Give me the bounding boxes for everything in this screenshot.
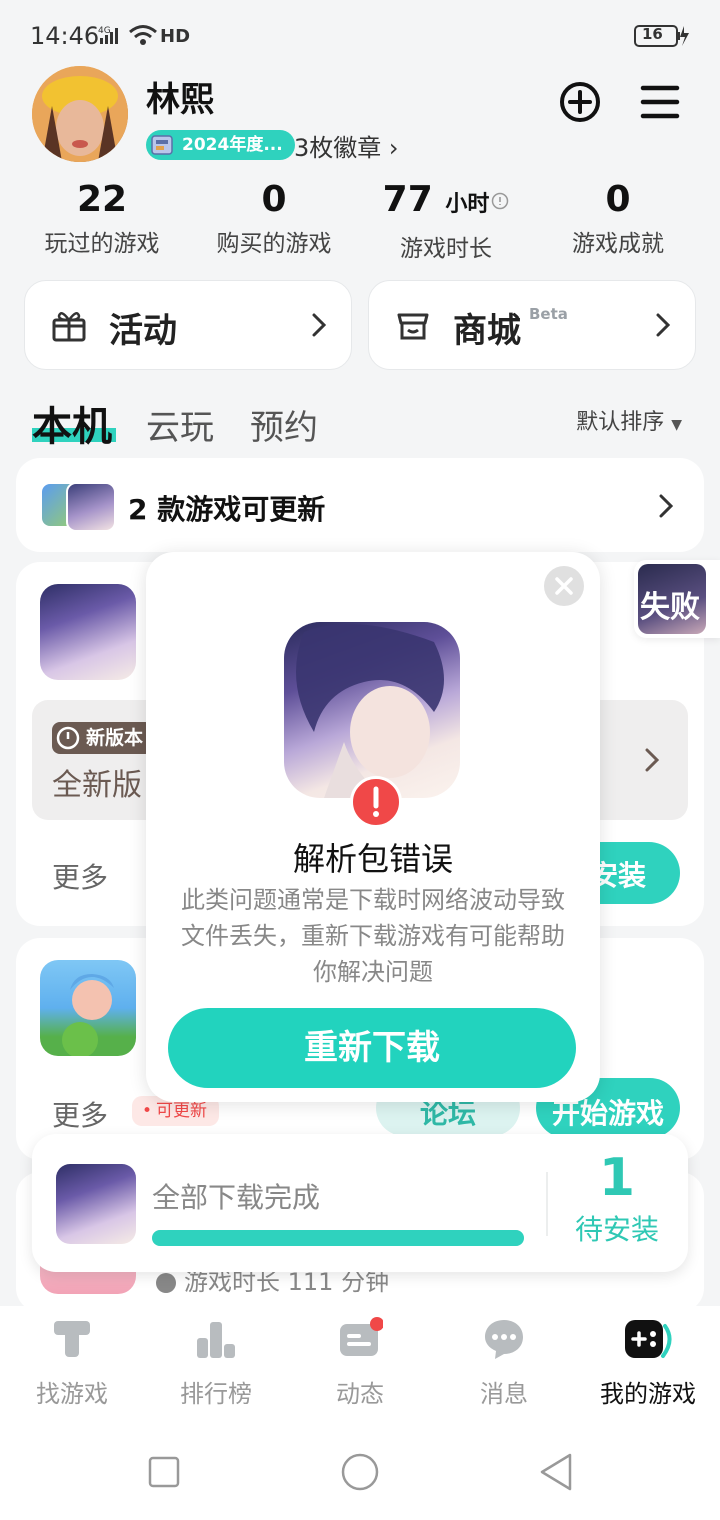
badge-count-link[interactable]: 3枚徽章 ›	[294, 128, 399, 163]
message-icon	[485, 1320, 523, 1359]
stat-label: 游戏时长	[400, 236, 492, 262]
stat-label: 游戏成就	[572, 231, 664, 257]
more-link[interactable]: 更多	[52, 1094, 108, 1134]
add-icon[interactable]	[558, 80, 602, 124]
activity-card[interactable]: 活动	[24, 280, 352, 370]
chevron-right-icon	[642, 746, 662, 778]
menu-icon[interactable]	[640, 82, 680, 122]
chevron-right-icon	[656, 492, 676, 524]
badge-cube-icon	[148, 130, 178, 160]
nav-feed[interactable]: 动态	[288, 1316, 432, 1409]
sort-label: 默认排序	[576, 410, 665, 435]
update-banner[interactable]	[16, 458, 704, 552]
stat-unit: 小时	[445, 192, 490, 217]
nav-ranking[interactable]: 排行榜	[144, 1316, 288, 1409]
game-thumb	[66, 482, 116, 532]
mall-card[interactable]: 商城 Beta	[368, 280, 696, 370]
ranking-icon	[197, 1322, 235, 1358]
game-icon	[284, 622, 460, 798]
update-tag-label: 可更新	[156, 1101, 207, 1121]
stat-value: 0	[605, 179, 631, 220]
chevron-right-icon	[653, 311, 673, 339]
failed-label: 失败	[640, 590, 700, 625]
nav-my-games[interactable]: 我的游戏	[576, 1316, 720, 1409]
chevron-right-icon	[309, 311, 329, 339]
battery-icon: 16	[634, 24, 690, 48]
username: 林熙	[146, 80, 214, 120]
failed-download-badge[interactable]: 失败	[634, 560, 720, 638]
store-icon	[395, 307, 431, 343]
stat-purchased[interactable]: 0 购买的游戏	[188, 178, 360, 258]
mall-label: 商城	[453, 311, 521, 351]
stat-value: 22	[76, 179, 128, 220]
pending-install[interactable]: 1 待安装	[560, 1148, 674, 1248]
nav-label: 找游戏	[36, 1380, 108, 1408]
home-icon[interactable]	[340, 1452, 380, 1496]
recent-apps-icon[interactable]	[148, 1456, 180, 1492]
more-link[interactable]: 更多	[52, 856, 108, 896]
download-progress-track	[152, 1230, 524, 1246]
nav-label: 消息	[480, 1380, 528, 1408]
find-game-icon	[54, 1321, 90, 1357]
version-tag-label: 新版本	[86, 727, 144, 749]
tab-reserve[interactable]: 预约	[250, 400, 318, 449]
my-games-icon	[625, 1320, 672, 1358]
download-status-text: 全部下载完成	[152, 1181, 321, 1214]
dialog-title: 解析包错误	[292, 840, 453, 878]
hd-indicator: HD	[160, 26, 191, 47]
dot-icon: •	[142, 1101, 153, 1121]
nav-messages[interactable]: 消息	[432, 1316, 576, 1409]
game-icon[interactable]	[40, 584, 136, 680]
stat-achievements[interactable]: 0 游戏成就	[532, 178, 704, 258]
divider	[546, 1172, 548, 1236]
pending-label: 待安装	[574, 1213, 659, 1246]
feed-icon	[340, 1317, 384, 1356]
wifi-icon	[128, 24, 158, 50]
download-progress-fill	[152, 1230, 524, 1246]
playtime-label: 游戏时长 111 分钟	[184, 1268, 390, 1296]
redownload-button[interactable]: 重新下载	[168, 1008, 576, 1088]
dialog-description: 此类问题通常是下载时网络波动导致文件丢失，重新下载游戏有可能帮助你解决问题	[181, 886, 565, 986]
back-icon[interactable]	[538, 1452, 574, 1496]
svg-text:4G: 4G	[98, 26, 111, 36]
caret-down-icon: ▼	[671, 417, 682, 433]
pending-count: 1	[598, 1148, 636, 1208]
stat-label: 购买的游戏	[216, 231, 332, 257]
nav-label: 动态	[336, 1380, 384, 1408]
signal-icon: 4G	[98, 24, 124, 50]
version-icon	[56, 726, 80, 754]
tab-cloud[interactable]: 云玩	[146, 400, 214, 449]
tab-local[interactable]: 本机	[32, 394, 112, 452]
battery-level: 16	[642, 25, 663, 43]
nav-find-game[interactable]: 找游戏	[0, 1316, 144, 1409]
stat-played[interactable]: 22 玩过的游戏	[16, 178, 188, 258]
sort-dropdown[interactable]: 默认排序 ▼	[576, 404, 682, 436]
close-icon[interactable]	[544, 566, 584, 606]
nav-label: 我的游戏	[600, 1380, 696, 1408]
update-banner-text: 2 款游戏可更新	[128, 493, 326, 526]
avatar[interactable]	[32, 66, 128, 162]
game-icon[interactable]	[40, 960, 136, 1056]
beta-tag: Beta	[529, 305, 568, 323]
gift-icon	[51, 307, 87, 343]
status-time: 14:46	[30, 22, 100, 50]
stat-label: 玩过的游戏	[44, 231, 160, 257]
activity-label: 活动	[109, 311, 177, 351]
nav-label: 排行榜	[180, 1380, 252, 1408]
stat-value: 0	[261, 179, 287, 220]
stat-value: 77	[382, 179, 433, 220]
error-icon	[350, 776, 402, 828]
clock-icon	[156, 1273, 176, 1293]
info-icon[interactable]	[491, 192, 509, 210]
game-icon	[56, 1164, 136, 1244]
version-text: 全新版	[52, 768, 142, 803]
stat-playtime[interactable]: 77 小时 游戏时长	[360, 178, 532, 263]
